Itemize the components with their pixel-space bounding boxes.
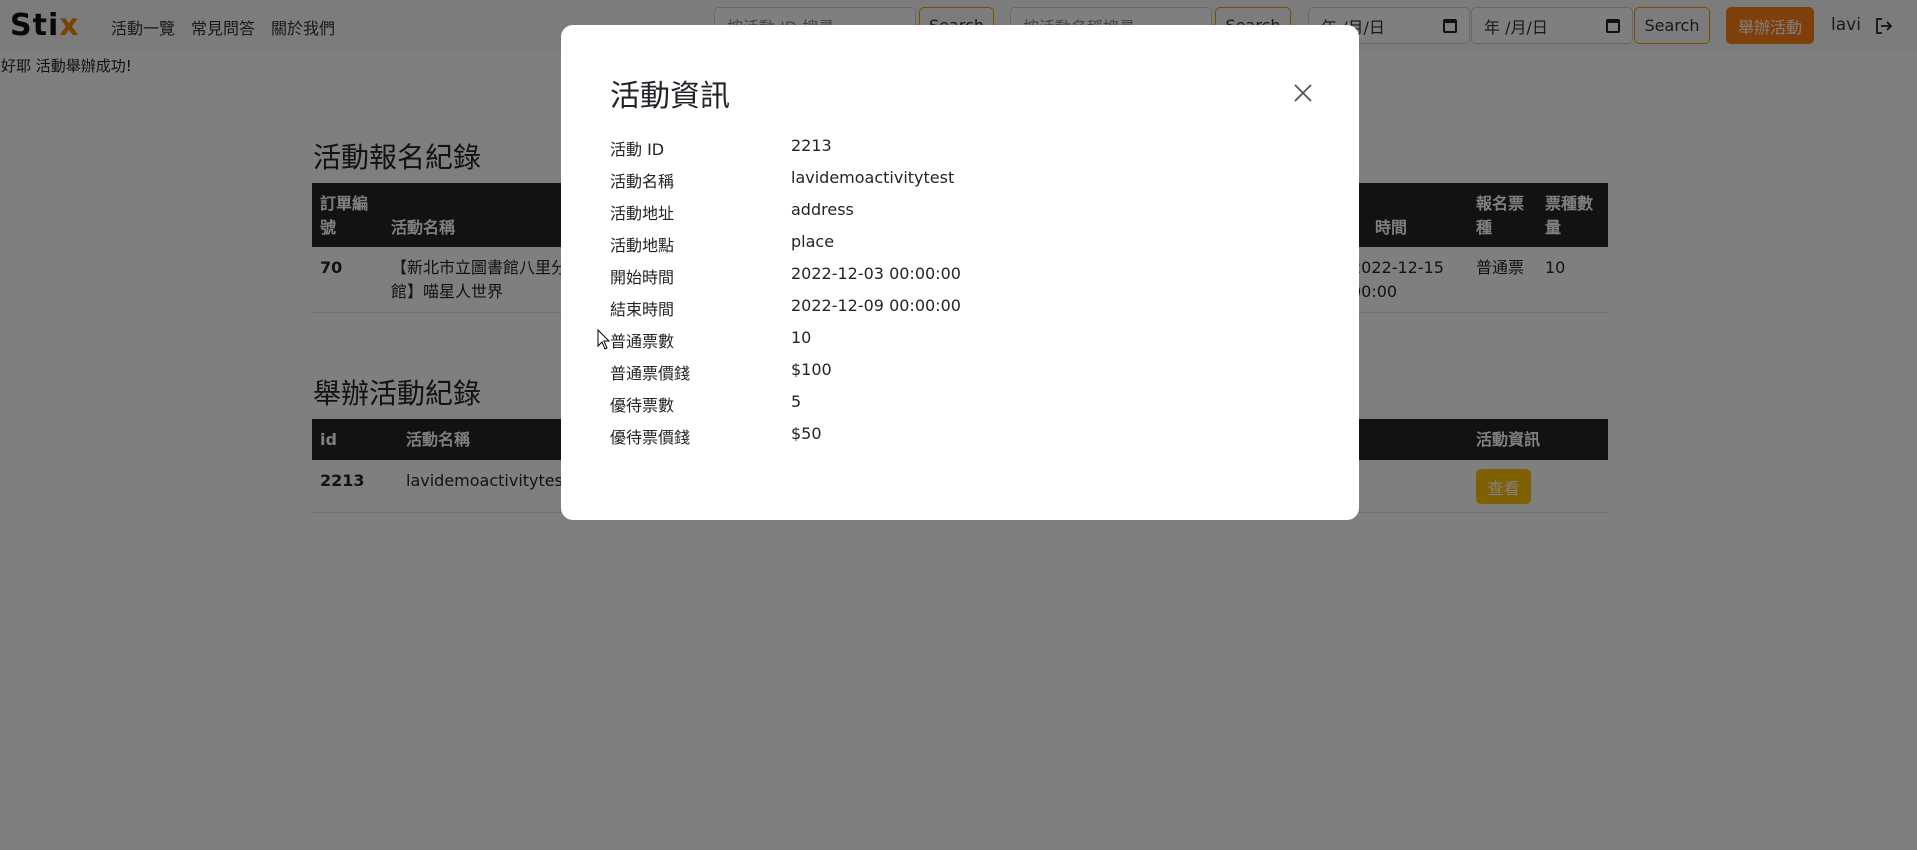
info-label-discount-price: 優待票價錢 (610, 428, 691, 447)
info-value-end: 2022-12-09 00:00:00 (791, 296, 961, 315)
info-value-place: place (791, 232, 835, 251)
info-label-id: 活動 ID (610, 140, 665, 159)
info-label-regular-qty: 普通票數 (610, 332, 675, 351)
info-value-regular-price: $100 (791, 360, 832, 379)
info-label-discount-qty: 優待票數 (610, 396, 675, 415)
info-value-address: address (791, 200, 854, 219)
info-value-discount-qty: 5 (791, 392, 802, 411)
event-info-modal: 活動資訊 活動 ID 2213 活動名稱 lavidemoactivitytes… (561, 25, 1359, 520)
mouse-cursor-icon (597, 329, 611, 350)
info-label-start: 開始時間 (610, 268, 675, 287)
info-label-name: 活動名稱 (610, 172, 675, 191)
info-value-name: lavidemoactivitytest (791, 168, 955, 187)
info-label-place: 活動地點 (610, 236, 675, 255)
info-value-start: 2022-12-03 00:00:00 (791, 264, 961, 283)
modal-title: 活動資訊 (610, 79, 730, 114)
info-value-discount-price: $50 (791, 424, 822, 443)
info-label-end: 結束時間 (610, 300, 675, 319)
info-value-regular-qty: 10 (791, 328, 812, 347)
info-label-address: 活動地址 (610, 204, 675, 223)
info-value-id: 2213 (791, 136, 832, 155)
info-label-regular-price: 普通票價錢 (610, 364, 691, 383)
close-icon[interactable] (1292, 82, 1314, 104)
